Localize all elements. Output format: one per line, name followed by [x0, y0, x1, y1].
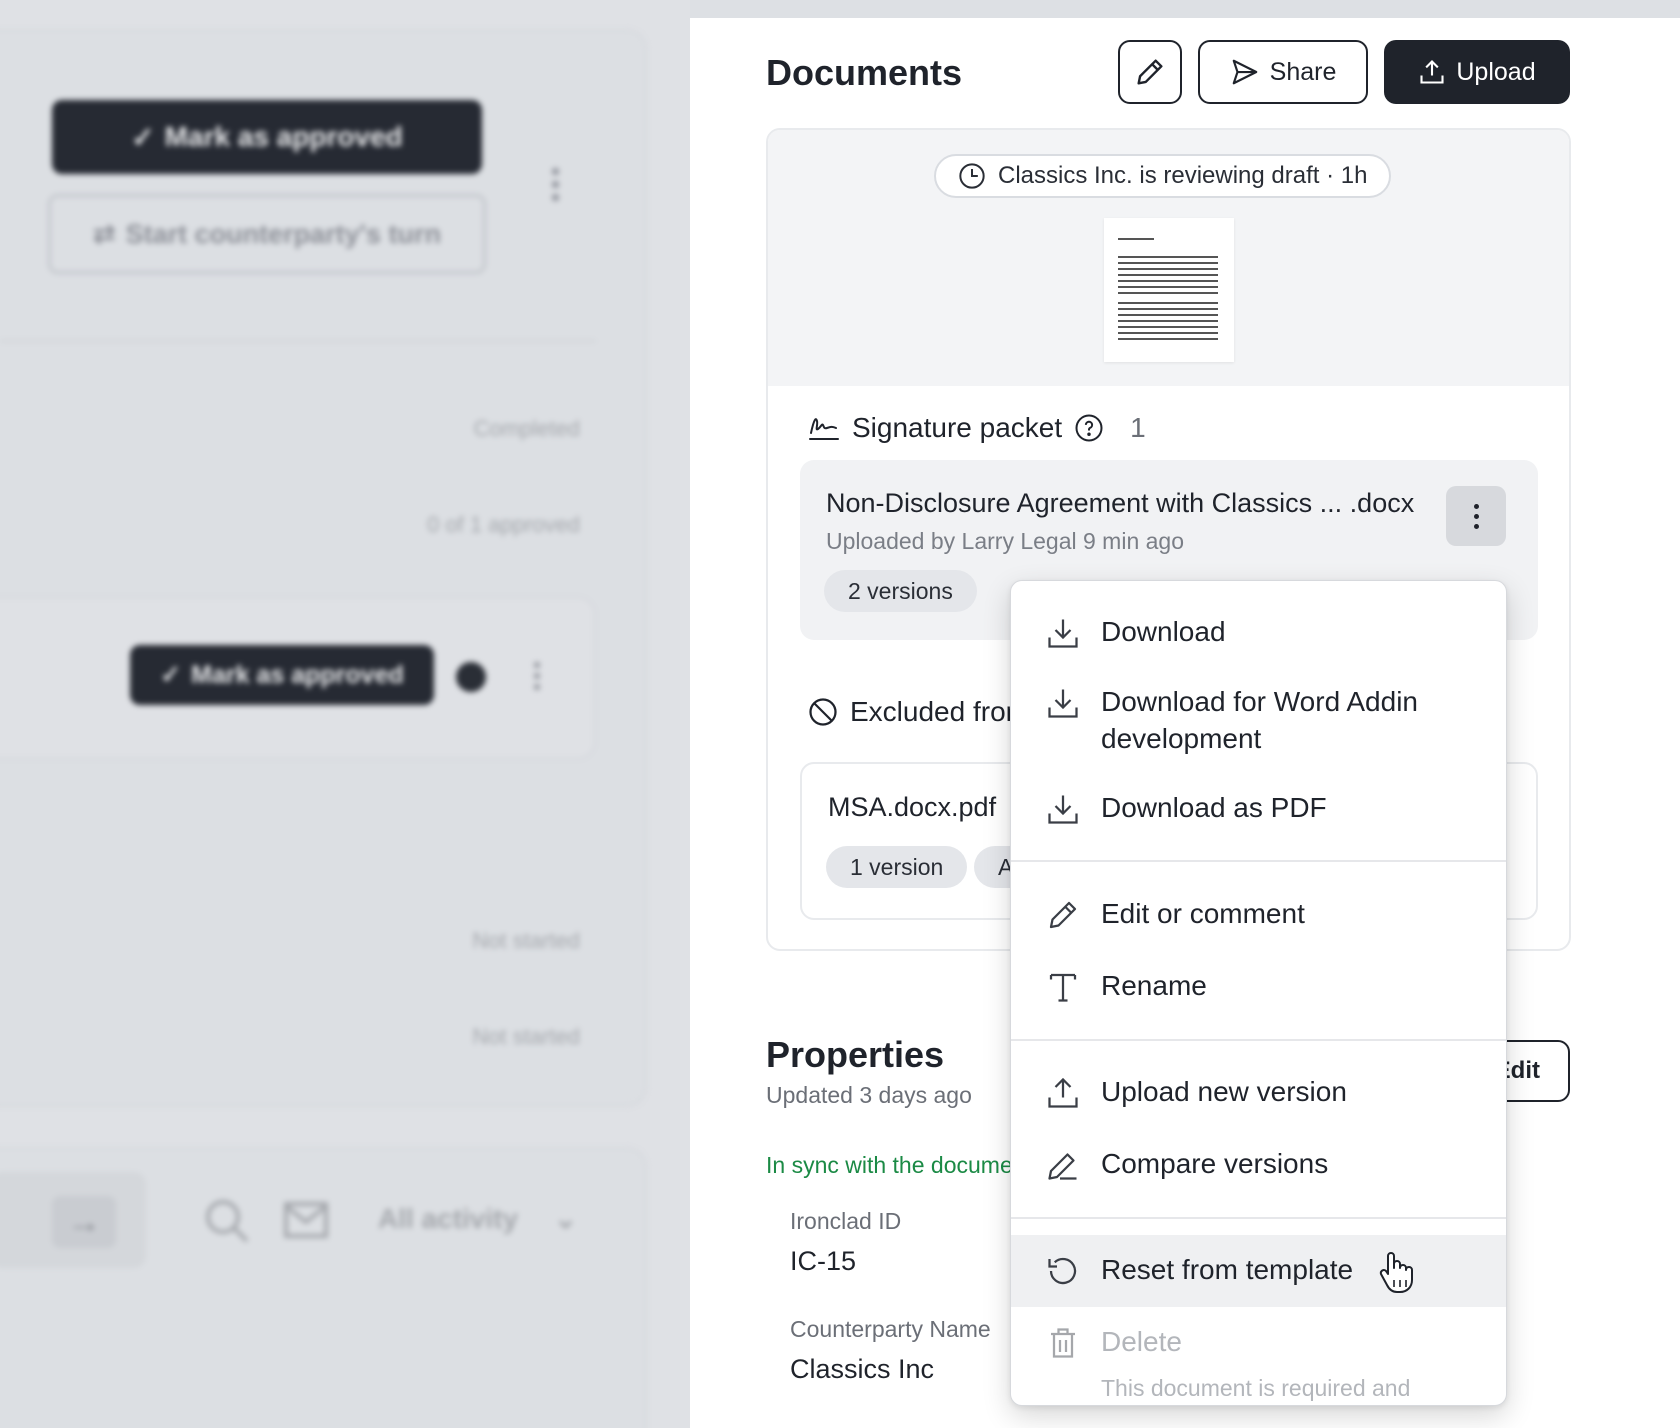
help-icon[interactable]	[1074, 413, 1104, 443]
menu-item-label: Edit or comment	[1101, 898, 1305, 929]
versions-badge[interactable]: 1 version	[826, 846, 968, 888]
field-label: Counterparty Name	[790, 1316, 991, 1342]
document-thumbnail[interactable]	[1104, 218, 1234, 362]
trash-icon	[1051, 1328, 1075, 1358]
file-name[interactable]: Non-Disclosure Agreement with Classics .…	[826, 488, 1414, 519]
status-approved-count: 0 of 1 approved	[427, 512, 580, 537]
activity-filter-label: All activity	[378, 1203, 519, 1234]
status-not-started: Not started	[472, 1024, 580, 1049]
menu-item-label: Download for Word Addin development	[1101, 686, 1418, 754]
excluded-label: Excluded from	[850, 696, 1029, 727]
properties-updated: Updated 3 days ago	[766, 1082, 972, 1108]
row-mark-approved-button[interactable]: ✓ Mark as approved	[130, 645, 434, 705]
row-more-options-icon[interactable]	[534, 662, 540, 690]
field-value: IC-15	[790, 1246, 857, 1276]
menu-divider	[1011, 1039, 1506, 1041]
clock-icon	[456, 662, 486, 692]
search-icon[interactable]	[204, 1198, 250, 1244]
upload-icon	[1048, 1077, 1078, 1108]
clock-icon	[959, 163, 985, 189]
share-label: Share	[1269, 57, 1337, 86]
menu-item-label: Compare versions	[1101, 1148, 1329, 1179]
file-name[interactable]: MSA.docx.pdf	[828, 792, 996, 823]
menu-item-compare-versions[interactable]: Compare versions	[1011, 1145, 1506, 1183]
excluded-header: Excluded from	[808, 696, 1029, 728]
check-icon: ✓	[160, 661, 182, 689]
versions-badge[interactable]: 2 versions	[824, 570, 977, 612]
review-status-text: Classics Inc. is reviewing draft · 1h	[998, 162, 1368, 189]
swap-icon: ⇄	[92, 218, 116, 249]
workflow-pane: ✓ Mark as approved ⇄ Start counterparty'…	[0, 0, 690, 1428]
start-counterparty-turn-button[interactable]: ⇄ Start counterparty's turn	[48, 194, 486, 274]
mark-approved-label: Mark as approved	[164, 121, 403, 152]
pencil-icon	[1137, 59, 1163, 85]
menu-item-label: Download	[1101, 616, 1226, 647]
share-button[interactable]: Share	[1198, 40, 1368, 104]
edit-documents-button[interactable]	[1118, 40, 1182, 104]
field-value: Classics Inc	[790, 1354, 935, 1384]
menu-item-edit-comment[interactable]: Edit or comment	[1011, 895, 1506, 933]
mail-icon[interactable]	[284, 1202, 328, 1238]
more-options-icon[interactable]	[552, 168, 559, 201]
download-icon	[1048, 619, 1078, 648]
signature-packet-header: Signature packet 1	[808, 412, 1146, 444]
hand-pointer-icon	[1379, 1252, 1413, 1293]
menu-item-delete[interactable]: Delete This document is required and	[1011, 1323, 1506, 1405]
menu-item-upload-version[interactable]: Upload new version	[1011, 1073, 1506, 1111]
signature-icon	[809, 418, 839, 440]
upload-button[interactable]: Upload	[1384, 40, 1570, 104]
field-label: Ironclad ID	[790, 1208, 902, 1234]
document-preview[interactable]: Classics Inc. is reviewing draft · 1h	[768, 130, 1569, 386]
compare-icon	[1048, 1153, 1077, 1180]
divider	[0, 340, 596, 342]
start-turn-label: Start counterparty's turn	[125, 218, 442, 249]
ban-icon	[809, 698, 837, 726]
reset-icon	[1048, 1257, 1077, 1285]
send-arrow-icon[interactable]: →	[52, 1196, 116, 1248]
menu-item-label: Rename	[1101, 970, 1207, 1001]
menu-item-reset-template[interactable]: Reset from template	[1011, 1235, 1506, 1307]
properties-title: Properties	[766, 1034, 945, 1075]
menu-item-rename[interactable]: Rename	[1011, 967, 1506, 1005]
file-more-options-button[interactable]	[1446, 486, 1506, 546]
mark-approved-button[interactable]: ✓ Mark as approved	[52, 100, 482, 174]
send-icon	[1232, 59, 1257, 85]
file-context-menu: Download Download for Word Addin develop…	[1010, 580, 1507, 1406]
upload-label: Upload	[1456, 57, 1536, 86]
status-not-started: Not started	[472, 928, 580, 953]
check-icon: ✓	[131, 121, 155, 153]
menu-item-download-word-addin[interactable]: Download for Word Addin development	[1011, 683, 1506, 757]
activity-filter[interactable]: All activity ⌄	[378, 1202, 577, 1235]
menu-divider	[1011, 860, 1506, 862]
text-icon	[1049, 973, 1077, 1002]
menu-item-label: Download as PDF	[1101, 792, 1327, 823]
row-mark-approved-label: Mark as approved	[191, 660, 404, 689]
review-status-badge: Classics Inc. is reviewing draft · 1h	[934, 154, 1392, 198]
status-completed: Completed	[473, 416, 580, 441]
workflow-pane-content: ✓ Mark as approved ⇄ Start counterparty'…	[0, 0, 690, 1428]
signature-packet-count: 1	[1130, 412, 1146, 443]
sync-status: In sync with the document	[766, 1152, 1032, 1178]
menu-item-label: Delete	[1101, 1326, 1182, 1357]
download-icon	[1048, 795, 1078, 824]
menu-item-download[interactable]: Download	[1011, 613, 1506, 651]
download-icon	[1048, 689, 1078, 718]
chevron-down-icon: ⌄	[553, 1203, 578, 1234]
upload-icon	[1420, 60, 1444, 84]
menu-item-label: Upload new version	[1101, 1076, 1347, 1107]
pencil-icon	[1049, 901, 1077, 929]
menu-item-label: Reset from template	[1101, 1254, 1354, 1285]
documents-title: Documents	[766, 52, 963, 93]
menu-item-download-pdf[interactable]: Download as PDF	[1011, 789, 1506, 827]
delete-disabled-note: This document is required and	[1101, 1375, 1411, 1401]
signature-packet-label: Signature packet	[852, 412, 1063, 443]
menu-divider	[1011, 1217, 1506, 1219]
file-uploaded-meta: Uploaded by Larry Legal 9 min ago	[826, 528, 1185, 554]
